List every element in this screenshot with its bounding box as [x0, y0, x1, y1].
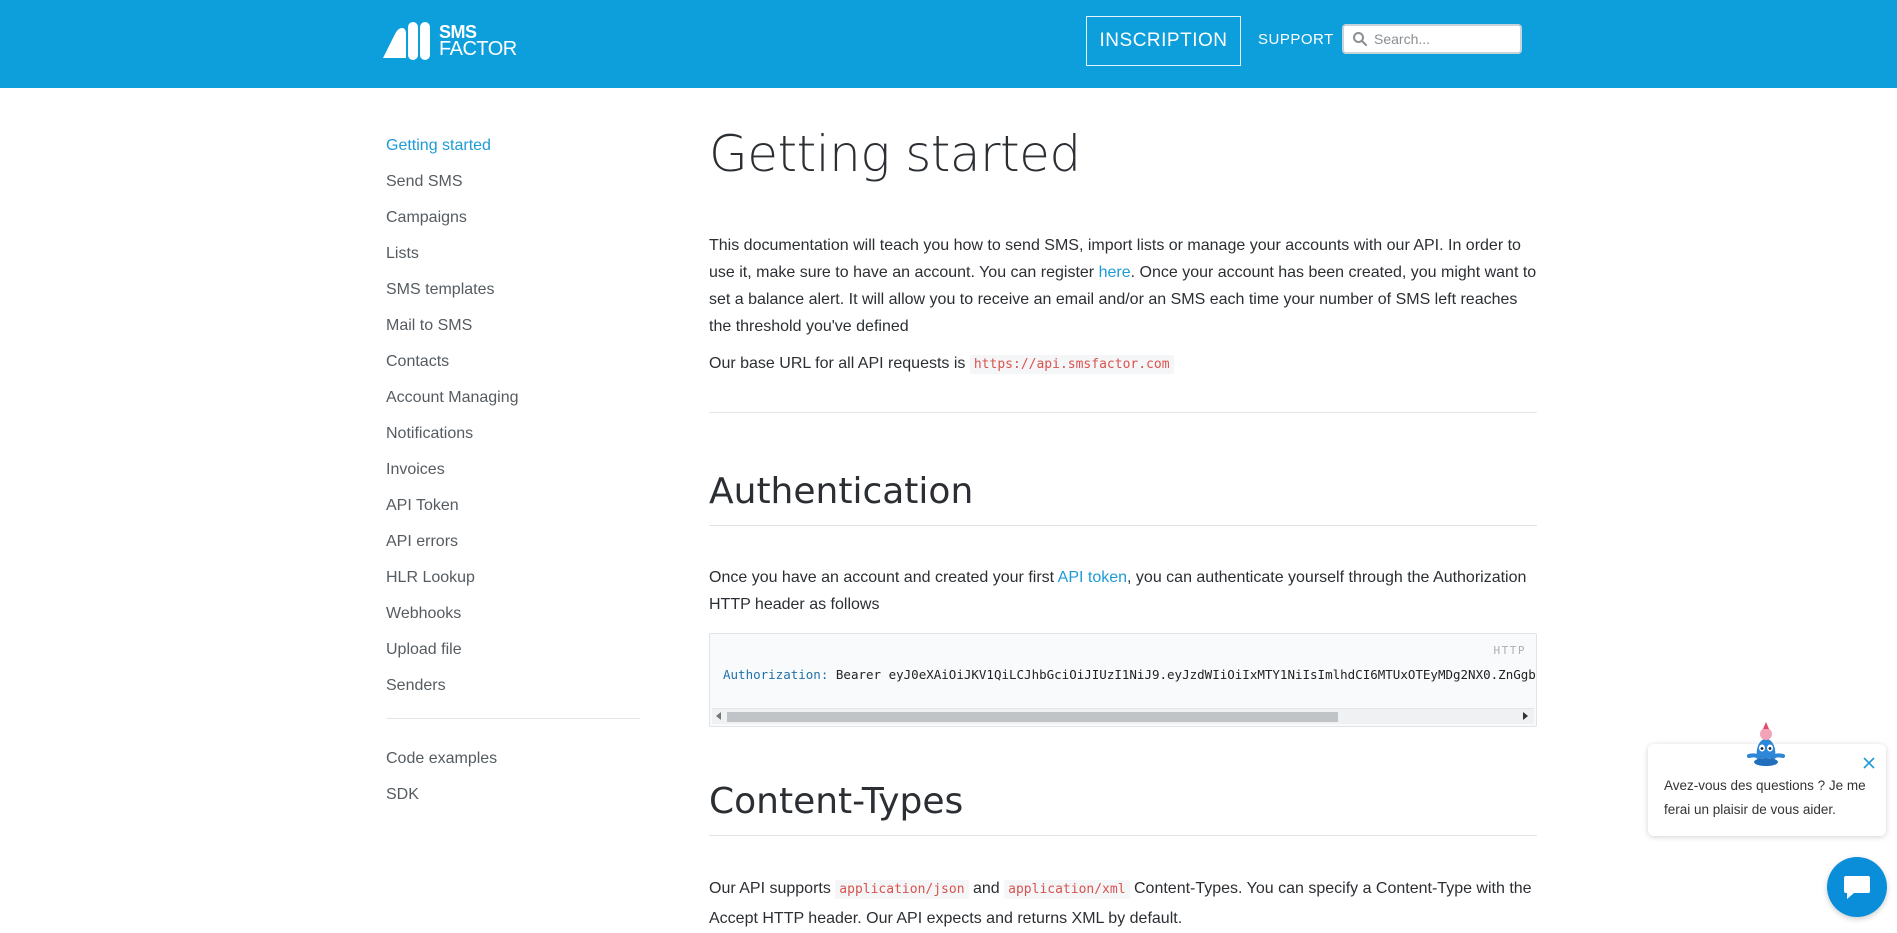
inscription-button[interactable]: INSCRIPTION — [1086, 16, 1241, 66]
sidebar-item-api-token[interactable]: API Token — [386, 494, 640, 530]
base-url-text: Our base URL for all API requests is — [709, 355, 966, 372]
code-header-value: Bearer eyJ0eXAiOiJKV1QiLCJhbGciOiJIUzI1N… — [835, 667, 1537, 682]
sidebar-item-code-examples[interactable]: Code examples — [386, 747, 640, 783]
sidebar-item-getting-started[interactable]: Getting started — [386, 134, 640, 170]
sidebar-item-api-errors[interactable]: API errors — [386, 530, 640, 566]
auth-text-before: Once you have an account and created you… — [709, 569, 1058, 586]
logo-line-2: FACTOR — [439, 38, 517, 60]
api-token-link[interactable]: API token — [1058, 569, 1127, 586]
sidebar-item-webhooks[interactable]: Webhooks — [386, 602, 640, 638]
chat-bubble-icon — [1844, 876, 1870, 899]
page-title: Getting started — [709, 125, 1081, 183]
sidebar-divider — [386, 718, 640, 719]
search-box[interactable] — [1342, 24, 1522, 54]
content-types-heading: Content-Types — [709, 779, 1537, 836]
chat-message-text: Avez-vous des questions ? Je me ferai un… — [1664, 778, 1866, 817]
sidebar-item-account-managing[interactable]: Account Managing — [386, 386, 640, 422]
content-types-paragraph: Our API supports application/json and ap… — [709, 874, 1537, 933]
top-navbar: SMS FACTOR INSCRIPTION SUPPORT — [0, 0, 1897, 88]
ct-code-xml: application/xml — [1004, 880, 1130, 899]
sidebar-item-sms-templates[interactable]: SMS templates — [386, 278, 640, 314]
scroll-right-arrow-icon[interactable] — [1523, 712, 1528, 720]
search-input[interactable] — [1374, 31, 1504, 47]
search-icon — [1353, 32, 1368, 47]
base-url-code: https://api.smsfactor.com — [969, 355, 1174, 374]
intro-paragraph: This documentation will teach you how to… — [709, 232, 1537, 340]
sms-factor-logo[interactable]: SMS FACTOR — [381, 20, 517, 62]
sidebar-item-hlr-lookup[interactable]: HLR Lookup — [386, 566, 640, 602]
chat-launcher-button[interactable] — [1827, 857, 1887, 917]
chat-mascot-icon — [1747, 722, 1785, 766]
ct-text-2: and — [972, 880, 1000, 897]
sidebar-item-upload-file[interactable]: Upload file — [386, 638, 640, 674]
sidebar-item-notifications[interactable]: Notifications — [386, 422, 640, 458]
logo-text: SMS FACTOR — [439, 23, 517, 60]
horizontal-scrollbar[interactable] — [712, 708, 1534, 724]
sidebar-item-send-sms[interactable]: Send SMS — [386, 170, 640, 206]
scrollbar-thumb[interactable] — [727, 712, 1338, 722]
auth-paragraph: Once you have an account and created you… — [709, 564, 1537, 618]
base-url-paragraph: Our base URL for all API requests is htt… — [709, 350, 1537, 378]
sidebar-item-lists[interactable]: Lists — [386, 242, 640, 278]
ct-text-1: Our API supports — [709, 880, 831, 897]
close-icon[interactable] — [1862, 756, 1876, 770]
authentication-heading: Authentication — [709, 469, 1537, 526]
http-code-block: HTTP Authorization: Bearer eyJ0eXAiOiJKV… — [709, 633, 1537, 727]
sidebar-item-mail-to-sms[interactable]: Mail to SMS — [386, 314, 640, 350]
sidebar-item-contacts[interactable]: Contacts — [386, 350, 640, 386]
code-header-key: Authorization — [723, 667, 821, 682]
support-link[interactable]: SUPPORT — [1258, 31, 1334, 48]
sidebar-nav: Getting started Send SMS Campaigns Lists… — [386, 134, 640, 819]
main-content: Getting started This documentation will … — [709, 122, 1537, 933]
scroll-left-arrow-icon[interactable] — [716, 712, 721, 720]
sidebar-item-campaigns[interactable]: Campaigns — [386, 206, 640, 242]
sidebar-item-senders[interactable]: Senders — [386, 674, 640, 710]
sidebar-item-invoices[interactable]: Invoices — [386, 458, 640, 494]
sidebar-item-sdk[interactable]: SDK — [386, 783, 640, 819]
code-line: Authorization: Bearer eyJ0eXAiOiJKV1QiLC… — [723, 667, 1537, 682]
register-here-link[interactable]: here — [1099, 264, 1131, 281]
ct-code-json: application/json — [835, 880, 969, 899]
logo-icon — [383, 22, 430, 60]
code-language-label: HTTP — [1493, 644, 1526, 657]
